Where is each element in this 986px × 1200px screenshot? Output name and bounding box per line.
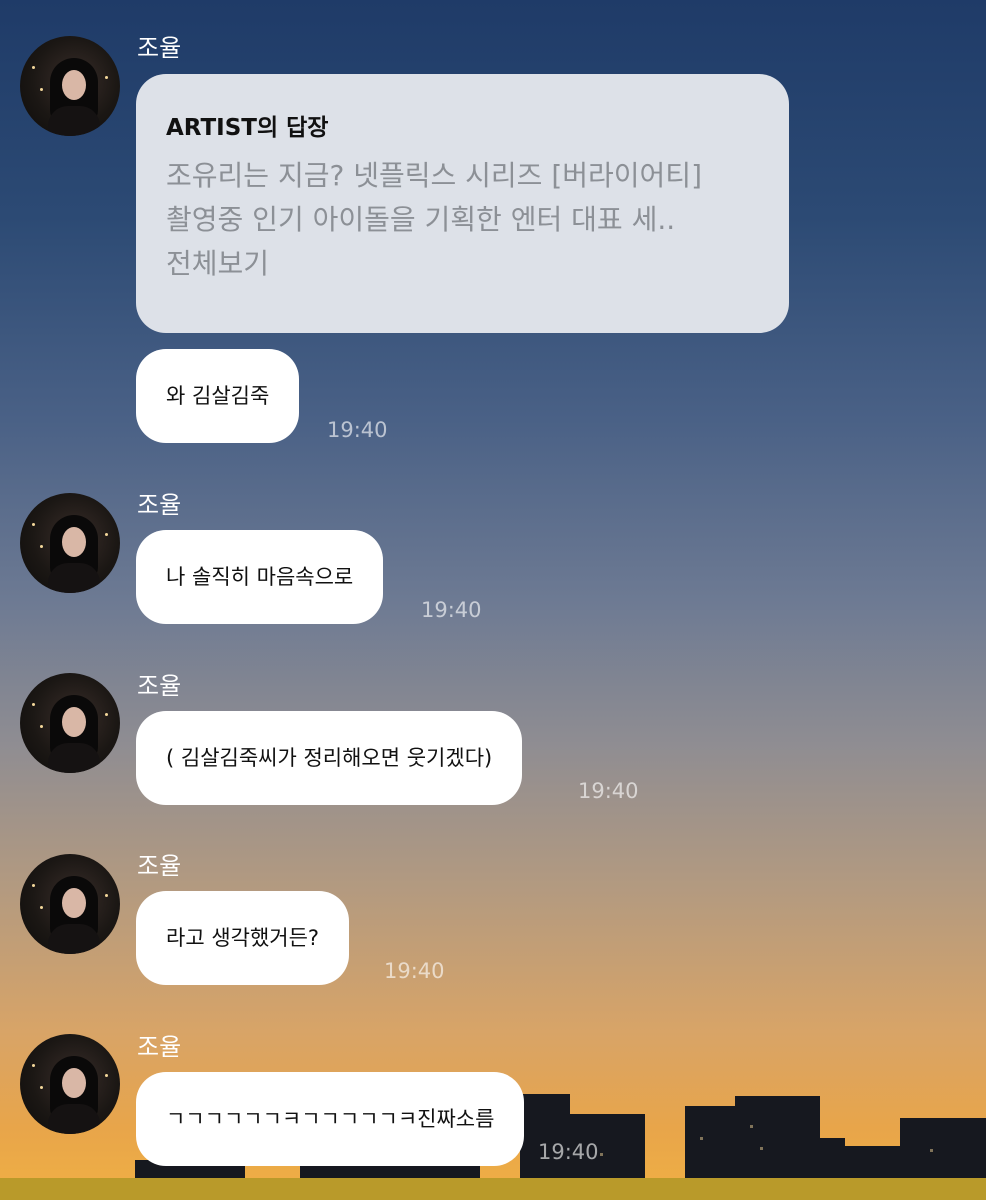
reply-text-line-2: 촬영중 인기 아이돌을 기획한 엔터 대표 세.. bbox=[166, 203, 676, 236]
reply-text-line-1: 조유리는 지금? 넷플릭스 시리즈 [버라이어티] bbox=[166, 159, 702, 192]
message-bubble[interactable]: ㄱㄱㄱㄱㄱㄱㅋㄱㄱㄱㄱㄱㅋ진짜소름 bbox=[136, 1072, 525, 1166]
reply-title: ARTIST의 답장 bbox=[166, 115, 329, 141]
message-time: 19:40 bbox=[538, 1140, 599, 1164]
avatar[interactable] bbox=[20, 493, 120, 593]
message-time: 19:40 bbox=[384, 959, 445, 983]
artist-reply-card[interactable]: ARTIST의 답장 조유리는 지금? 넷플릭스 시리즈 [버라이어티] 촬영중… bbox=[136, 74, 789, 333]
see-all-link[interactable]: 전체보기 bbox=[166, 242, 759, 286]
avatar[interactable] bbox=[20, 673, 120, 773]
sender-name: 조율 bbox=[137, 34, 182, 62]
message-bubble[interactable]: 와 김살김죽 bbox=[136, 349, 300, 443]
sender-name: 조율 bbox=[137, 491, 182, 519]
sender-name: 조율 bbox=[137, 672, 182, 700]
message-time: 19:40 bbox=[421, 598, 482, 622]
ground bbox=[0, 1178, 986, 1200]
message-bubble[interactable]: 나 솔직히 마음속으로 bbox=[136, 530, 384, 624]
sender-name: 조율 bbox=[137, 852, 182, 880]
avatar[interactable] bbox=[20, 854, 120, 954]
message-bubble[interactable]: 라고 생각했거든? bbox=[136, 891, 350, 985]
message-time: 19:40 bbox=[578, 779, 639, 803]
sender-name: 조율 bbox=[137, 1033, 182, 1061]
avatar[interactable] bbox=[20, 1034, 120, 1134]
avatar[interactable] bbox=[20, 36, 120, 136]
message-time: 19:40 bbox=[327, 418, 388, 442]
message-bubble[interactable]: ( 김살김죽씨가 정리해오면 웃기겠다) bbox=[136, 711, 523, 805]
